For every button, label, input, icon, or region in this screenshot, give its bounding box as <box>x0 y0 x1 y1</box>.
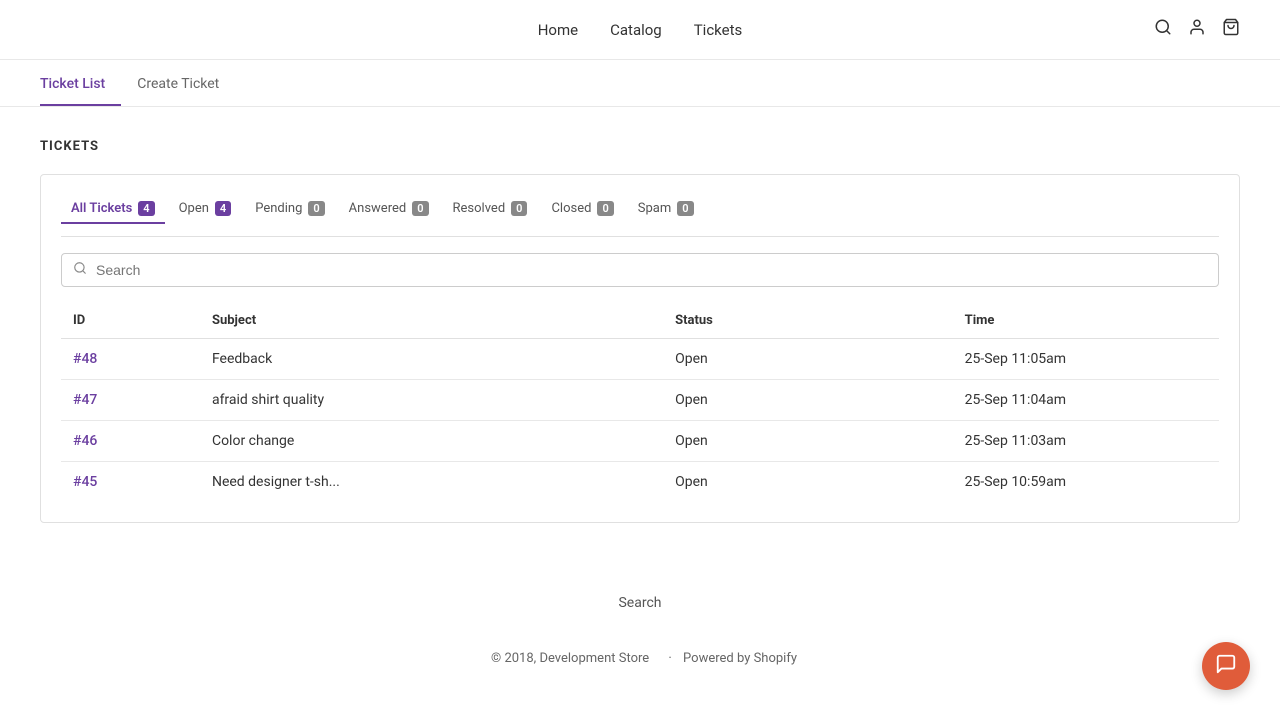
user-icon[interactable] <box>1188 18 1206 41</box>
filter-closed-badge: 0 <box>597 201 613 216</box>
page-tabs: Ticket List Create Ticket <box>0 60 1280 107</box>
footer-search-label: Search <box>618 595 661 611</box>
filter-closed-label: Closed <box>551 201 591 216</box>
filter-answered[interactable]: Answered 0 <box>339 195 439 224</box>
footer-powered[interactable]: Powered by Shopify <box>683 651 797 666</box>
table-row: #47 afraid shirt quality Open 25-Sep 11:… <box>61 380 1219 421</box>
cell-status: Open <box>663 462 953 503</box>
table-body: #48 Feedback Open 25-Sep 11:05am #47 afr… <box>61 339 1219 503</box>
footer: © 2018, Development Store · Powered by S… <box>0 631 1280 706</box>
col-header-status: Status <box>663 303 953 339</box>
col-header-time: Time <box>953 303 1219 339</box>
header-icons <box>840 18 1240 41</box>
cell-subject: Feedback <box>200 339 663 380</box>
filter-all-tickets[interactable]: All Tickets 4 <box>61 195 165 224</box>
nav-tickets[interactable]: Tickets <box>694 21 743 39</box>
nav-home[interactable]: Home <box>538 21 578 39</box>
search-wrapper <box>61 253 1219 287</box>
table-row: #46 Color change Open 25-Sep 11:03am <box>61 421 1219 462</box>
main-nav: Home Catalog Tickets <box>440 21 840 39</box>
ticket-link[interactable]: #47 <box>73 392 97 408</box>
footer-separator: · <box>668 651 675 666</box>
cell-time: 25-Sep 11:05am <box>953 339 1219 380</box>
filter-all-badge: 4 <box>138 201 154 216</box>
cell-status: Open <box>663 339 953 380</box>
nav-catalog[interactable]: Catalog <box>610 21 662 39</box>
cart-icon[interactable] <box>1222 18 1240 41</box>
footer-search: Search <box>0 555 1280 631</box>
ticket-table: ID Subject Status Time #48 Feedback Open… <box>61 303 1219 502</box>
filter-pending-badge: 0 <box>308 201 324 216</box>
chat-icon <box>1215 653 1237 680</box>
ticket-link[interactable]: #45 <box>73 474 97 490</box>
tab-ticket-list[interactable]: Ticket List <box>40 60 121 106</box>
cell-id: #45 <box>61 462 200 503</box>
filter-spam-label: Spam <box>638 201 672 216</box>
filter-resolved-badge: 0 <box>511 201 527 216</box>
filter-spam-badge: 0 <box>677 201 693 216</box>
table-header: ID Subject Status Time <box>61 303 1219 339</box>
table-row: #48 Feedback Open 25-Sep 11:05am <box>61 339 1219 380</box>
cell-id: #48 <box>61 339 200 380</box>
cell-subject: Need designer t-sh... <box>200 462 663 503</box>
cell-id: #46 <box>61 421 200 462</box>
cell-subject: afraid shirt quality <box>200 380 663 421</box>
chat-bubble[interactable] <box>1202 642 1250 690</box>
table-row: #45 Need designer t-sh... Open 25-Sep 10… <box>61 462 1219 503</box>
header: Home Catalog Tickets <box>0 0 1280 60</box>
cell-time: 25-Sep 11:03am <box>953 421 1219 462</box>
main-content: TICKETS All Tickets 4 Open 4 Pending 0 A… <box>0 107 1280 555</box>
cell-time: 25-Sep 11:04am <box>953 380 1219 421</box>
filter-spam[interactable]: Spam 0 <box>628 195 704 224</box>
section-title: TICKETS <box>40 139 1240 154</box>
filter-open-label: Open <box>179 201 209 216</box>
cell-status: Open <box>663 380 953 421</box>
cell-id: #47 <box>61 380 200 421</box>
ticket-link[interactable]: #48 <box>73 351 97 367</box>
col-header-id: ID <box>61 303 200 339</box>
col-header-subject: Subject <box>200 303 663 339</box>
cell-status: Open <box>663 421 953 462</box>
filter-answered-label: Answered <box>349 201 407 216</box>
filter-pending-label: Pending <box>255 201 302 216</box>
filter-pending[interactable]: Pending 0 <box>245 195 334 224</box>
filter-all-label: All Tickets <box>71 201 132 216</box>
search-input[interactable] <box>61 253 1219 287</box>
filter-open[interactable]: Open 4 <box>169 195 242 224</box>
filter-tabs: All Tickets 4 Open 4 Pending 0 Answered … <box>61 195 1219 237</box>
ticket-panel: All Tickets 4 Open 4 Pending 0 Answered … <box>40 174 1240 523</box>
ticket-link[interactable]: #46 <box>73 433 97 449</box>
tab-create-ticket[interactable]: Create Ticket <box>137 60 235 106</box>
footer-copyright: © 2018, Development Store <box>491 651 649 666</box>
cell-subject: Color change <box>200 421 663 462</box>
filter-resolved[interactable]: Resolved 0 <box>443 195 538 224</box>
search-icon-inside <box>73 261 87 279</box>
filter-answered-badge: 0 <box>412 201 428 216</box>
cell-time: 25-Sep 10:59am <box>953 462 1219 503</box>
search-icon[interactable] <box>1154 18 1172 41</box>
filter-closed[interactable]: Closed 0 <box>541 195 623 224</box>
filter-open-badge: 4 <box>215 201 231 216</box>
filter-resolved-label: Resolved <box>453 201 506 216</box>
